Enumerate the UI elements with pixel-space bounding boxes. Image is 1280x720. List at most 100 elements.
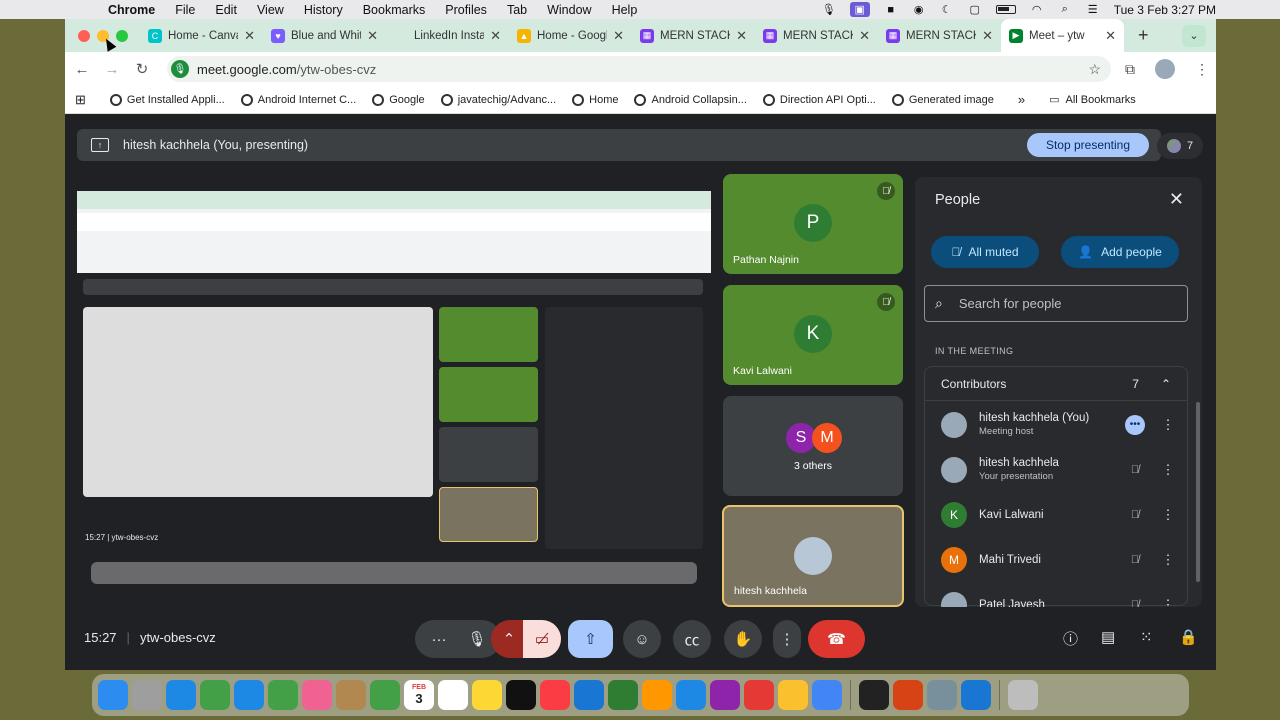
dock-app-preview[interactable] [927, 680, 957, 710]
menu-view[interactable]: View [257, 3, 284, 17]
reload-icon[interactable]: ↻ [129, 60, 155, 78]
dock-app-pages[interactable] [642, 680, 672, 710]
dock-app-trash[interactable] [1008, 680, 1038, 710]
spotlight-search-icon[interactable]: ⌕ [1058, 3, 1072, 16]
window-icon[interactable]: ▢ [968, 4, 982, 16]
panel-scrollbar[interactable] [1196, 402, 1200, 582]
participant-row[interactable]: hitesh kachhela (You) Meeting host ••• ⋮ [925, 402, 1189, 447]
microphone-status-icon[interactable]: 🎙 [822, 4, 836, 16]
user-status-icon[interactable]: ◉ [912, 4, 926, 16]
dock-app-music[interactable] [540, 680, 570, 710]
dock-app-mail[interactable] [234, 680, 264, 710]
all-bookmarks-button[interactable]: ▭ All Bookmarks [1049, 93, 1136, 107]
menubar-clock[interactable]: Tue 3 Feb 3:27 PM [1114, 3, 1216, 17]
bookmark-item[interactable]: Home [572, 93, 618, 106]
tab-7[interactable]: ▶ Meet – ytw ✕ [1001, 19, 1124, 52]
extensions-icon[interactable]: ⧉ [1125, 61, 1135, 78]
others-tile[interactable]: S M 3 others [723, 396, 903, 496]
dock-app-maps[interactable] [268, 680, 298, 710]
bookmark-star-icon[interactable]: ☆ [1088, 61, 1101, 78]
bookmark-item[interactable]: Generated image [891, 93, 994, 106]
menu-history[interactable]: History [304, 3, 343, 17]
dock-app-facetime[interactable] [370, 680, 400, 710]
all-muted-button[interactable]: 🎙̸ All muted [931, 236, 1039, 268]
menu-help[interactable]: Help [612, 3, 638, 17]
more-audio-icon[interactable]: ··· [420, 631, 458, 648]
more-options-button[interactable]: ⋮ [773, 620, 801, 658]
address-bar[interactable]: 🎙 meet.google.com/ytw-obes-cvz ☆ [167, 56, 1111, 82]
forward-arrow-icon[interactable]: → [99, 61, 125, 78]
apps-grid-icon[interactable]: ⊞ [75, 92, 86, 108]
tab-4[interactable]: ▦ MERN STACK ✕ [632, 19, 755, 52]
bookmark-item[interactable]: Get Installed Appli... [109, 93, 225, 106]
bookmark-item[interactable]: Direction API Opti... [762, 93, 876, 106]
tab-0[interactable]: C Home - Canva ✕ [140, 19, 263, 52]
focus-moon-icon[interactable]: ☾ [940, 4, 954, 16]
menu-file[interactable]: File [175, 3, 195, 17]
new-tab-button[interactable]: + [1138, 25, 1149, 46]
bookmark-item[interactable]: Android Internet C... [240, 93, 356, 106]
menu-tab[interactable]: Tab [507, 3, 527, 17]
close-tab-icon[interactable]: ✕ [859, 28, 870, 44]
dock-app-toolbox[interactable] [744, 680, 774, 710]
site-info-icon[interactable]: 🎙 [171, 60, 189, 78]
back-arrow-icon[interactable]: ← [69, 61, 95, 78]
participant-row[interactable]: K Kavi Lalwani 🎙̸ ⋮ [925, 492, 1189, 537]
dock-app-numbers[interactable] [608, 680, 638, 710]
tab-3[interactable]: ▲ Home - Google ✕ [509, 19, 632, 52]
dock-app-tv[interactable] [506, 680, 536, 710]
dock-app-safari[interactable] [166, 680, 196, 710]
chat-icon[interactable]: ▤ [1101, 628, 1115, 646]
camera-status-icon[interactable]: ■ [884, 4, 898, 16]
more-vertical-icon[interactable]: ⋮ [1161, 417, 1175, 433]
more-vertical-icon[interactable]: ⋮ [1161, 552, 1175, 568]
camera-off-button[interactable]: ▭̸ [523, 620, 561, 658]
mic-off-icon[interactable]: 🎙̸ [1125, 509, 1145, 521]
participant-tile-pathan[interactable]: 🎙̸ P Pathan Najnin [723, 174, 903, 274]
chrome-menu-icon[interactable]: ⋮ [1195, 61, 1209, 78]
profile-avatar[interactable] [1155, 59, 1175, 79]
tab-2[interactable]: LinkedIn Insta ✕ [386, 19, 509, 52]
battery-icon[interactable] [995, 5, 1016, 14]
participant-row[interactable]: Patel Jayesh 🎙̸ ⋮ [925, 582, 1189, 607]
menu-app-name[interactable]: Chrome [108, 3, 155, 17]
close-tab-icon[interactable]: ✕ [367, 28, 378, 44]
host-controls-icon[interactable]: 🔒 [1179, 628, 1198, 646]
raise-hand-button[interactable]: ✋ [724, 620, 762, 658]
emoji-button[interactable]: ☺ [623, 620, 661, 658]
close-tab-icon[interactable]: ✕ [1105, 28, 1116, 44]
maximize-window-button[interactable] [116, 29, 128, 42]
leave-call-button[interactable]: ☎ [808, 620, 865, 658]
dock-app-reminders[interactable] [438, 680, 468, 710]
more-vertical-icon[interactable]: ⋮ [1161, 462, 1175, 478]
dock-app-powerpoint[interactable] [893, 680, 923, 710]
dock-app-chrome[interactable] [812, 680, 842, 710]
close-tab-icon[interactable]: ✕ [244, 28, 255, 44]
dock-app-notes[interactable] [472, 680, 502, 710]
chevron-up-icon[interactable]: ⌃ [1161, 377, 1171, 391]
menu-edit[interactable]: Edit [215, 3, 237, 17]
dock-app-finder[interactable] [98, 680, 128, 710]
menu-window[interactable]: Window [547, 3, 591, 17]
dock-app-photos[interactable] [302, 680, 332, 710]
tab-search-button[interactable]: ⌄ [1182, 24, 1206, 47]
mic-off-icon[interactable]: 🎙̸ [1125, 599, 1145, 608]
present-button[interactable]: ⇧ [568, 620, 613, 658]
bookmark-item[interactable]: Android Collapsin... [634, 93, 747, 106]
close-tab-icon[interactable]: ✕ [613, 28, 624, 44]
more-bookmarks-icon[interactable]: » [1018, 92, 1025, 107]
tab-6[interactable]: ▦ MERN STACK ✕ [878, 19, 1001, 52]
dock-app-launchpad[interactable] [132, 680, 162, 710]
participants-button[interactable]: 7 [1157, 133, 1203, 159]
participant-row[interactable]: hitesh kachhela Your presentation 🎙̸ ⋮ [925, 447, 1189, 492]
more-vertical-icon[interactable]: ⋮ [1161, 507, 1175, 523]
wifi-icon[interactable]: ◠ [1030, 4, 1044, 16]
close-tab-icon[interactable]: ✕ [982, 28, 993, 44]
dock-app-pycharm[interactable] [859, 680, 889, 710]
add-people-button[interactable]: 👤 Add people [1061, 236, 1179, 268]
bookmark-item[interactable]: javatechig/Advanc... [440, 93, 556, 106]
dock-app-vs-code[interactable] [961, 680, 991, 710]
control-center-icon[interactable]: ☰ [1086, 4, 1100, 16]
activities-icon[interactable]: ⁙ [1140, 628, 1153, 646]
dock-app-messages[interactable] [200, 680, 230, 710]
